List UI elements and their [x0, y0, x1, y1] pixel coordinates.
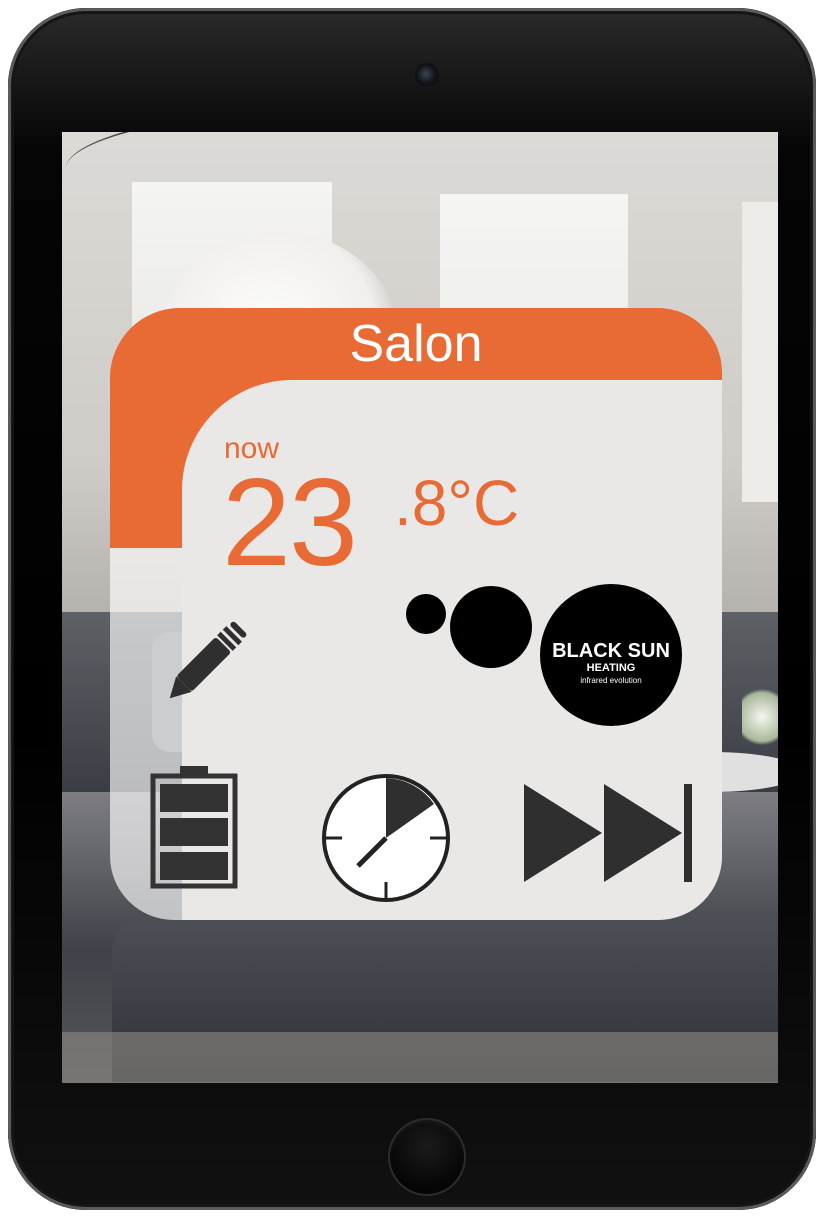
temperature-integer: 23 [222, 454, 358, 592]
background-window [742, 202, 778, 502]
battery-icon[interactable] [150, 764, 238, 890]
fast-forward-end-icon[interactable] [520, 778, 696, 888]
clock-icon[interactable] [320, 772, 452, 904]
room-title[interactable]: Salon [110, 312, 722, 376]
brand-name: BLACK SUN [552, 640, 670, 662]
home-button[interactable] [390, 1120, 464, 1194]
room-widget-card: Salon now 23 .8°C BLACK SUN HEATING infr… [110, 308, 722, 920]
logo-dot-medium-icon [450, 586, 532, 668]
brand-logo: BLACK SUN HEATING infrared evolution [540, 584, 682, 726]
logo-dot-small-icon [406, 594, 446, 634]
pencil-icon[interactable] [148, 610, 258, 720]
front-camera [417, 65, 437, 85]
temperature-decimal: .8°C [394, 467, 520, 539]
background-floor [62, 1032, 778, 1083]
brand-tagline: infrared evolution [580, 676, 642, 685]
brand-subtitle: HEATING [586, 662, 636, 674]
background-flowers [742, 682, 778, 752]
